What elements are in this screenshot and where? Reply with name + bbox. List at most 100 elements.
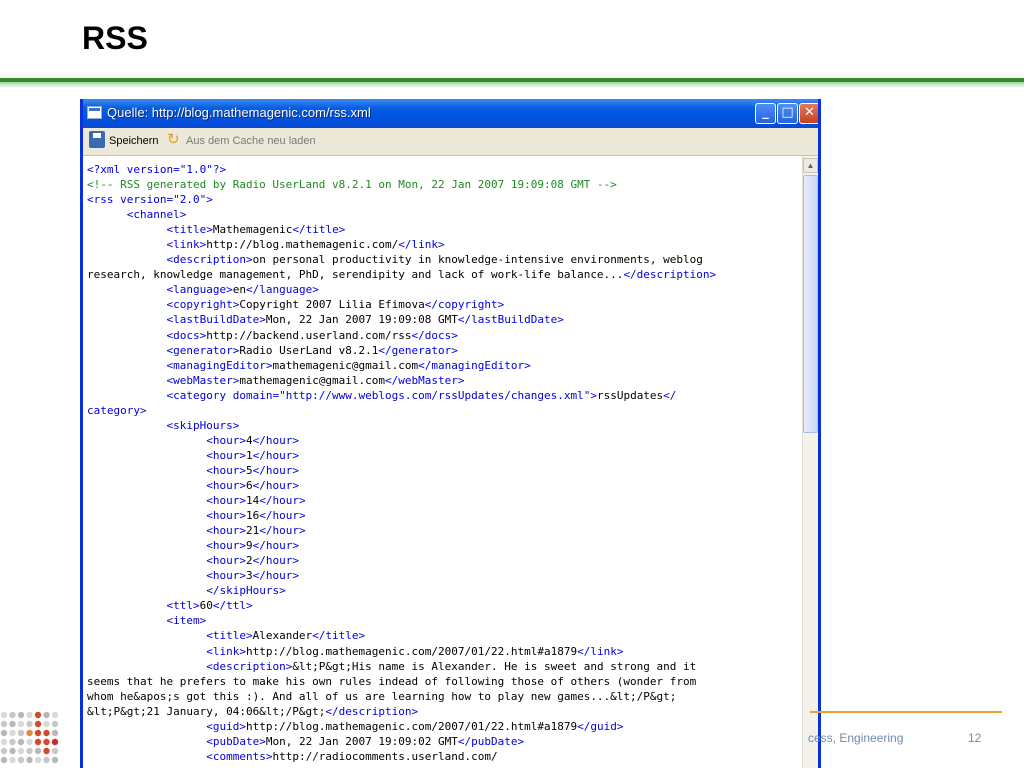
xml-tag: <language> <box>166 283 233 297</box>
source-line: <webMaster>mathemagenic@gmail.com</webMa… <box>87 373 802 388</box>
source-line: <link>http://blog.mathemagenic.com/2007/… <box>87 644 802 659</box>
source-line: <hour>1</hour> <box>87 448 802 463</box>
xml-tag: </hour> <box>252 539 299 553</box>
logo-dot <box>0 711 8 719</box>
xml-tag: </title> <box>312 629 366 643</box>
xml-tag: </hour> <box>252 554 299 568</box>
source-line: &lt;P&gt;21 January, 04:06&lt;/P&gt;</de… <box>87 704 802 719</box>
xml-tag: </ttl> <box>212 599 253 613</box>
logo-dot <box>51 711 59 719</box>
source-line: </skipHours> <box>87 583 802 598</box>
xml-text <box>87 208 127 221</box>
logo-dot <box>51 756 59 764</box>
close-button[interactable]: ✕ <box>799 103 818 124</box>
xml-tag: <link> <box>166 238 207 252</box>
xml-tag: </copyright> <box>424 298 505 312</box>
toolbar: Speichern ↻ Aus dem Cache neu laden <box>83 128 818 156</box>
xml-text: 5 <box>245 463 253 477</box>
xml-tag: </hour> <box>252 463 299 477</box>
xml-text: Radio UserLand v8.2.1 <box>239 343 379 357</box>
xml-tag: <webMaster> <box>166 373 240 387</box>
vertical-scrollbar[interactable]: ▲ <box>802 156 818 768</box>
xml-tag: </hour> <box>259 494 306 508</box>
logo-dot <box>51 729 59 737</box>
xml-tag: <hour> <box>206 494 246 508</box>
xml-text <box>87 509 206 522</box>
xml-text <box>87 554 206 567</box>
logo-dot <box>43 756 50 764</box>
xml-tag: <lastBuildDate> <box>166 313 266 327</box>
source-line: <description>&lt;P&gt;His name is Alexan… <box>87 659 802 674</box>
logo-dot <box>34 711 42 719</box>
source-line: <hour>9</hour> <box>87 538 802 553</box>
xml-text <box>87 449 206 462</box>
xml-tag: </webMaster> <box>385 373 465 387</box>
logo-dot <box>51 747 59 755</box>
floppy-disk-icon <box>89 131 105 148</box>
xml-text <box>87 539 206 552</box>
source-line: <ttl>60</ttl> <box>87 598 802 613</box>
xml-tag: <hour> <box>206 478 246 492</box>
source-line: <link>http://blog.mathemagenic.com/</lin… <box>87 237 802 252</box>
source-content[interactable]: <?xml version="1.0"?> <!-- RSS generated … <box>83 156 802 768</box>
xml-text <box>87 313 166 326</box>
save-label: Speichern <box>109 135 159 147</box>
source-line: <?xml version="1.0"?> <box>87 162 802 177</box>
logo-dot <box>0 756 8 764</box>
xml-text <box>87 629 206 642</box>
xml-source-code: <?xml version="1.0"?> <!-- RSS generated … <box>83 156 802 764</box>
minimize-button[interactable]: _ <box>755 103 776 124</box>
logo-dot <box>17 711 25 719</box>
xml-tag: <hour> <box>206 569 246 583</box>
logo-dot <box>9 720 16 728</box>
xml-tag: <hour> <box>206 448 246 462</box>
xml-tag: </hour> <box>259 509 306 523</box>
xml-tag: </hour> <box>252 478 299 492</box>
source-line: <docs>http://backend.userland.com/rss</d… <box>87 328 802 343</box>
scroll-thumb[interactable] <box>803 175 818 433</box>
xml-text: whom he&apos;s got this :). And all of u… <box>87 689 677 703</box>
logo-dot <box>26 729 33 737</box>
footer-text: cess, Engineering <box>808 731 904 745</box>
xml-text: &lt;P&gt;21 January, 04:06&lt;/P&gt; <box>87 704 326 718</box>
source-line: <description>on personal productivity in… <box>87 252 802 267</box>
xml-tag: <item> <box>166 614 207 628</box>
xml-text <box>87 750 206 763</box>
window-titlebar[interactable]: Quelle: http://blog.mathemagenic.com/rss… <box>83 99 818 128</box>
xml-text <box>87 479 206 492</box>
source-line: <hour>4</hour> <box>87 433 802 448</box>
source-line: <hour>21</hour> <box>87 523 802 538</box>
source-line: <skipHours> <box>87 418 802 433</box>
xml-text: 1 <box>245 448 253 462</box>
xml-text <box>87 223 166 236</box>
xml-text: http://radiocomments.userland.com/ <box>272 749 498 763</box>
source-line: <hour>5</hour> <box>87 463 802 478</box>
xml-tag: </link> <box>398 238 445 252</box>
xml-text <box>87 298 166 311</box>
xml-tag: </title> <box>292 223 346 237</box>
xml-tag: <rss version="2.0"> <box>87 193 213 207</box>
xml-comment: <!-- RSS generated by Radio UserLand v8.… <box>87 178 617 192</box>
logo-dot <box>26 756 33 764</box>
source-line: <language>en</language> <box>87 282 802 297</box>
footer-divider <box>810 711 1002 713</box>
xml-text: http://blog.mathemagenic.com/2007/01/22.… <box>245 644 578 658</box>
xml-text: 16 <box>245 509 260 523</box>
source-line: <title>Alexander</title> <box>87 628 802 643</box>
xml-tag: </skipHours> <box>206 584 286 598</box>
xml-text <box>87 344 166 357</box>
xml-text: mathemagenic@gmail.com <box>239 373 386 387</box>
scroll-up-arrow-icon[interactable]: ▲ <box>803 158 818 173</box>
maximize-button[interactable]: □ <box>777 103 798 124</box>
xml-tag: </link> <box>577 644 624 658</box>
xml-tag: </docs> <box>411 328 458 342</box>
xml-text: 14 <box>245 494 260 508</box>
xml-text <box>87 645 206 658</box>
slide-title: RSS <box>82 20 148 56</box>
logo-dot <box>9 711 16 719</box>
xml-text: 2 <box>245 554 253 568</box>
xml-tag: </description> <box>623 268 717 282</box>
xml-tag: <?xml version="1.0"?> <box>87 163 227 176</box>
logo-dot <box>34 756 42 764</box>
xml-tag: </pubDate> <box>457 734 525 748</box>
